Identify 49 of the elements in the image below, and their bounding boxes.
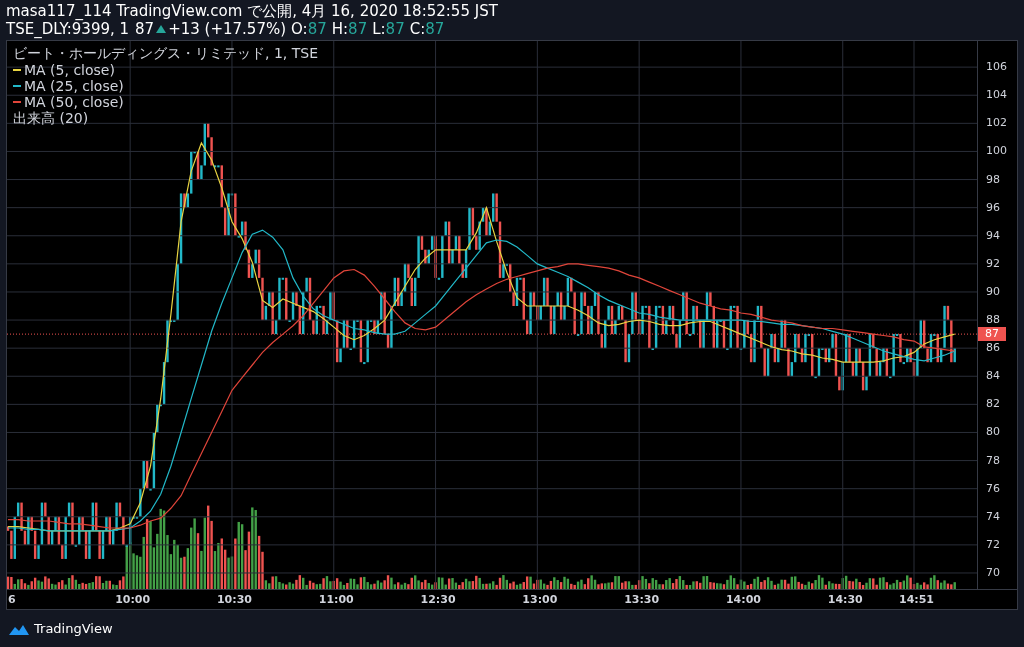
up-triangle-icon <box>156 25 167 33</box>
time-axis-label: 11:00 <box>318 593 354 606</box>
ohlc-label: L: <box>372 20 386 38</box>
ohlc-label: H: <box>331 20 349 38</box>
price-axis-label: 106 <box>986 61 1007 74</box>
price-axis-label: 74 <box>986 510 1000 523</box>
price-axis-label: 84 <box>986 370 1000 383</box>
price-axis-label: 94 <box>986 229 1000 242</box>
brand-name: TradingView <box>34 619 113 638</box>
indicator-label: MA (5, close) <box>24 62 115 78</box>
time-axis-label: 13:00 <box>522 593 558 606</box>
time-axis-label: 12:30 <box>420 593 456 606</box>
ohlc-value: 87 <box>307 20 327 38</box>
symbol-name: TSE_DLY:9399, 1 <box>6 20 130 38</box>
ohlc-label: C: <box>409 20 426 38</box>
indicator-label: MA (25, close) <box>24 78 124 94</box>
time-axis-label: 10:30 <box>216 593 252 606</box>
price-axis-label: 102 <box>986 117 1007 130</box>
price-axis-label: 82 <box>986 398 1000 411</box>
time-axis-label: 14:51 <box>899 593 934 606</box>
price-axis-label: 86 <box>986 342 1000 355</box>
price-change: +13 (+17.57%) <box>168 20 287 38</box>
last-price: 87 <box>135 20 155 38</box>
ohlc-value: 87 <box>348 20 368 38</box>
price-axis-label: 72 <box>986 538 1000 551</box>
last-price-label: 87 <box>978 327 1006 342</box>
price-axis-label: 104 <box>986 89 1007 102</box>
time-axis-label: 14:30 <box>827 593 863 606</box>
chart-title: ビート・ホールディングス・リミテッド, 1, TSE <box>13 45 318 61</box>
price-axis-label: 76 <box>986 482 1000 495</box>
price-axis-label: 98 <box>986 173 1000 186</box>
price-axis-label: 78 <box>986 454 1000 467</box>
time-axis-label: 10:00 <box>115 593 151 606</box>
ohlc-value: 87 <box>425 20 445 38</box>
time-axis-label: 6 <box>8 593 16 606</box>
price-axis-label: 96 <box>986 201 1000 214</box>
indicator-label: MA (50, close) <box>24 94 124 110</box>
time-axis-label: 14:00 <box>725 593 761 606</box>
price-axis-label: 90 <box>986 285 1000 298</box>
indicator-label: 出来高 (20) <box>13 110 90 126</box>
price-axis-label: 70 <box>986 566 1000 579</box>
price-axis-label: 80 <box>986 426 1000 439</box>
time-axis-label: 13:30 <box>624 593 660 606</box>
price-axis-label: 92 <box>986 257 1000 270</box>
ohlc-label: O: <box>291 20 308 38</box>
price-axis-label: 88 <box>986 314 1000 327</box>
publisher-info: masa117_114 TradingView.com で公開, 4月 16, 2020 18:52:55 JST <box>6 2 499 20</box>
price-axis-label: 100 <box>986 145 1007 158</box>
ohlc-value: 87 <box>385 20 405 38</box>
